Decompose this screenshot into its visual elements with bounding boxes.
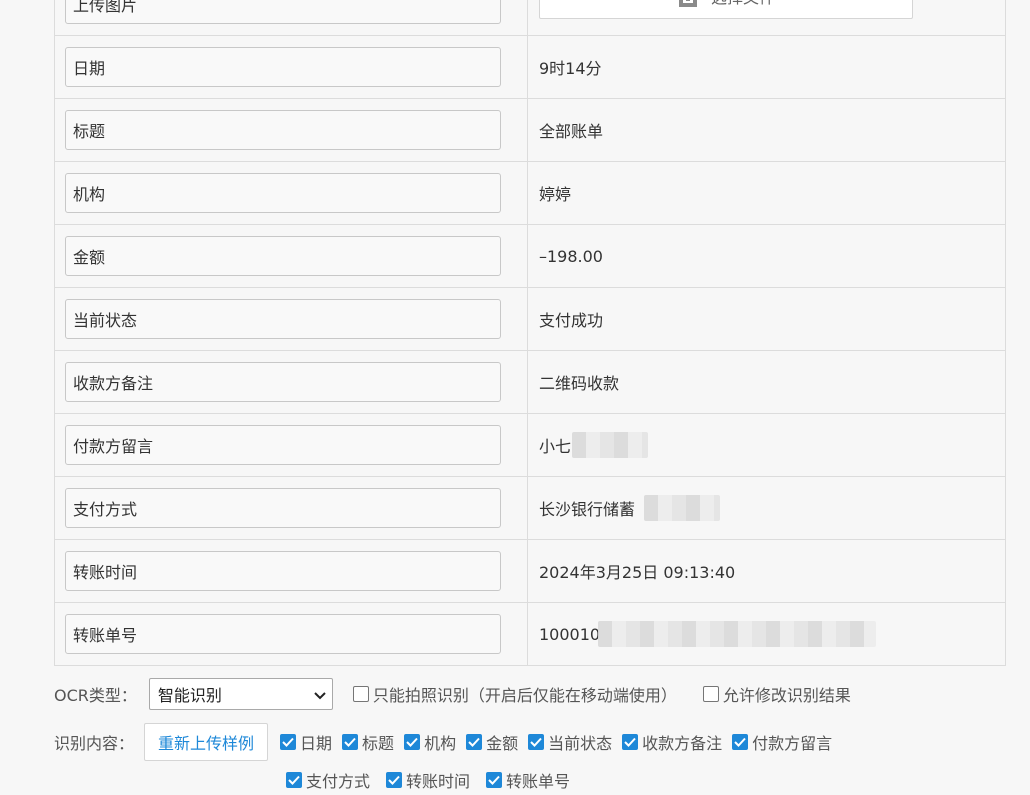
checkbox-checked[interactable] <box>732 734 749 750</box>
checkbox-checked[interactable] <box>342 734 359 750</box>
allow-edit-option[interactable]: 允许修改识别结果 <box>702 682 851 706</box>
field-value: 全部账单 <box>539 122 604 141</box>
ocr-type-label: OCR类型： <box>54 686 137 705</box>
field-label: 机构 <box>65 173 501 213</box>
photo-only-label: 只能拍照识别（开启后仅能在移动端使用） <box>372 686 677 705</box>
content-option-payer-message[interactable]: 付款方留言 <box>732 730 832 754</box>
redaction-mask <box>598 621 876 647</box>
checkbox-checked[interactable] <box>280 734 297 750</box>
field-row: 付款方留言 小七 <box>55 414 1005 477</box>
form-table: 上传图片 选择文件 日期 9时14分 标题 全部账单 机构 婷婷 金额 –198… <box>54 0 1006 666</box>
checkbox-checked[interactable] <box>286 772 302 788</box>
content-option-org[interactable]: 机构 <box>404 730 456 754</box>
content-option-title[interactable]: 标题 <box>342 730 394 754</box>
content-option-payment-method[interactable]: 支付方式 <box>286 768 370 792</box>
field-row: 转账单号 100010 <box>55 603 1005 666</box>
field-label: 标题 <box>65 110 501 150</box>
field-label: 收款方备注 <box>65 362 501 402</box>
field-row: 机构 婷婷 <box>55 162 1005 225</box>
chevron-down-icon <box>314 685 326 704</box>
field-row: 标题 全部账单 <box>55 99 1005 162</box>
content-option-payee-note[interactable]: 收款方备注 <box>622 730 722 754</box>
field-label: 当前状态 <box>65 299 501 339</box>
field-value: 小七 <box>539 437 572 456</box>
field-value: 9时14分 <box>539 59 602 78</box>
redaction-mask <box>572 432 648 458</box>
field-label: 转账单号 <box>65 614 501 654</box>
content-option-status[interactable]: 当前状态 <box>528 730 612 754</box>
field-label: 付款方留言 <box>65 425 501 465</box>
recognition-content-label: 识别内容： <box>54 734 135 753</box>
content-option-amount[interactable]: 金额 <box>466 730 518 754</box>
field-value: 2024年3月25日 09:13:40 <box>539 563 736 582</box>
checkbox-checked[interactable] <box>466 734 483 750</box>
field-row: 金额 –198.00 <box>55 225 1005 288</box>
content-option-transfer-no[interactable]: 转账单号 <box>486 768 570 792</box>
checkbox-checked[interactable] <box>486 772 503 788</box>
field-label: 上传图片 <box>65 0 501 24</box>
photo-only-option[interactable]: 只能拍照识别（开启后仅能在移动端使用） <box>352 682 677 706</box>
field-label: 转账时间 <box>65 551 501 591</box>
redaction-mask <box>644 495 720 521</box>
field-row-upload: 上传图片 选择文件 <box>55 0 1005 36</box>
field-value: 长沙银行储蓄 <box>539 500 636 519</box>
reupload-sample-button[interactable]: 重新上传样例 <box>144 723 269 761</box>
photo-only-checkbox[interactable] <box>352 686 369 702</box>
ocr-type-select[interactable]: 智能识别 <box>148 678 333 710</box>
field-value: 支付成功 <box>539 311 604 330</box>
field-row: 转账时间 2024年3月25日 09:13:40 <box>55 540 1005 603</box>
ocr-settings-row: OCR类型： 智能识别 只能拍照识别（开启后仅能在移动端使用） 允许修改识别结果 <box>54 678 861 710</box>
field-value: 二维码收款 <box>539 374 620 393</box>
upload-icon <box>677 0 699 8</box>
choose-file-label: 选择文件 <box>711 0 775 8</box>
field-row: 支付方式 长沙银行储蓄 <box>55 477 1005 540</box>
field-value: 100010 <box>539 624 601 644</box>
checkbox-checked[interactable] <box>528 734 545 750</box>
field-row: 收款方备注 二维码收款 <box>55 351 1005 414</box>
field-value: 婷婷 <box>539 185 572 204</box>
allow-edit-checkbox[interactable] <box>702 686 719 702</box>
field-value: –198.00 <box>539 246 603 266</box>
ocr-type-selected: 智能识别 <box>157 686 222 705</box>
allow-edit-label: 允许修改识别结果 <box>722 686 851 705</box>
recognition-content-row: 识别内容： 重新上传样例 日期 标题 机构 金额 当前状态 收款方备注 付款方留… <box>54 723 842 761</box>
checkbox-checked[interactable] <box>386 772 403 788</box>
recognition-content-row-2: 支付方式 转账时间 转账单号 <box>286 768 580 792</box>
choose-file-button[interactable]: 选择文件 <box>539 0 913 19</box>
field-label: 金额 <box>65 236 501 276</box>
checkbox-checked[interactable] <box>622 734 639 750</box>
field-label: 支付方式 <box>65 488 501 528</box>
field-row: 当前状态 支付成功 <box>55 288 1005 351</box>
field-row: 日期 9时14分 <box>55 36 1005 99</box>
checkbox-checked[interactable] <box>404 734 421 750</box>
field-label: 日期 <box>65 47 501 87</box>
content-option-transfer-time[interactable]: 转账时间 <box>386 768 470 792</box>
content-option-date[interactable]: 日期 <box>280 730 332 754</box>
